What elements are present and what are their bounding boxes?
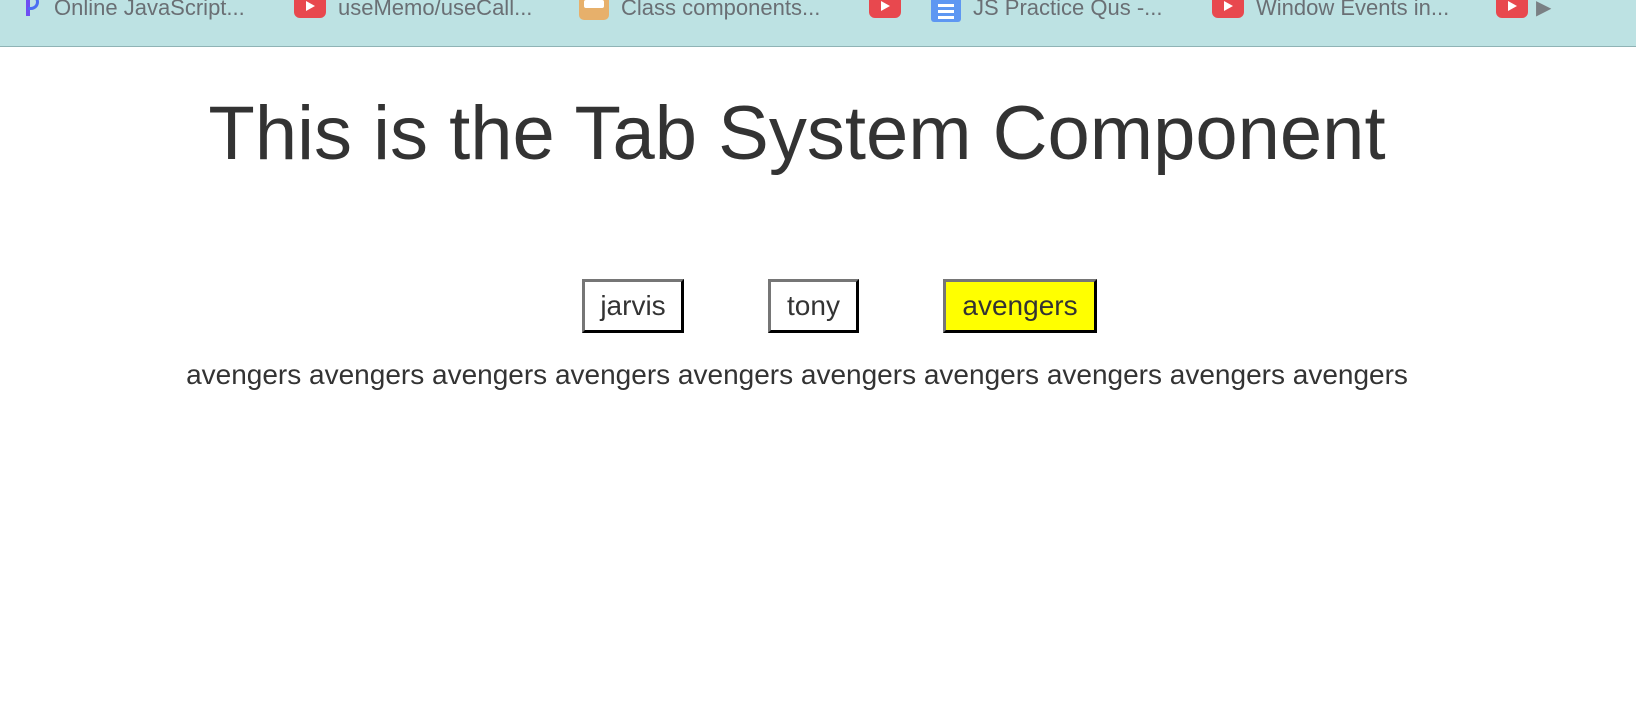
bookmark-youtube[interactable] <box>869 0 901 22</box>
robot-icon <box>579 0 609 20</box>
bookmark-label: Window Events in... <box>1256 0 1450 20</box>
youtube-icon <box>869 0 901 18</box>
docs-icon <box>931 0 961 22</box>
bookmarks-bar: Online JavaScript... useMemo/useCall... … <box>0 0 1636 47</box>
page-title: This is the Tab System Component <box>208 91 1386 176</box>
bookmark-label: useMemo/useCall... <box>338 0 533 20</box>
tab-content: avengers avengers avengers avengers aven… <box>186 359 1408 390</box>
tab-bar: jarvis tony avengers <box>0 279 1636 333</box>
tab-tony[interactable]: tony <box>768 279 859 333</box>
youtube-icon <box>1496 0 1528 18</box>
bookmark-more[interactable]: ▶ <box>1496 0 1551 22</box>
youtube-icon <box>294 0 326 18</box>
tab-jarvis[interactable]: jarvis <box>582 279 684 333</box>
youtube-icon <box>1212 0 1244 18</box>
bookmark-label: Class components... <box>621 0 821 20</box>
bookmark-label: Online JavaScript... <box>54 0 245 20</box>
bookmark-label: JS Practice Qus -... <box>973 0 1163 20</box>
bookmark-label: ▶ <box>1536 0 1552 19</box>
bookmark-class-components[interactable]: Class components... <box>579 0 820 22</box>
bookmark-js-practice[interactable]: JS Practice Qus -... <box>931 0 1163 22</box>
bookmark-online-javascript[interactable]: Online JavaScript... <box>22 0 245 22</box>
tab-avengers[interactable]: avengers <box>943 279 1097 333</box>
bookmark-window-events[interactable]: Window Events in... <box>1212 0 1449 22</box>
p-logo-icon <box>22 0 42 20</box>
bookmark-usememo[interactable]: useMemo/useCall... <box>294 0 532 22</box>
